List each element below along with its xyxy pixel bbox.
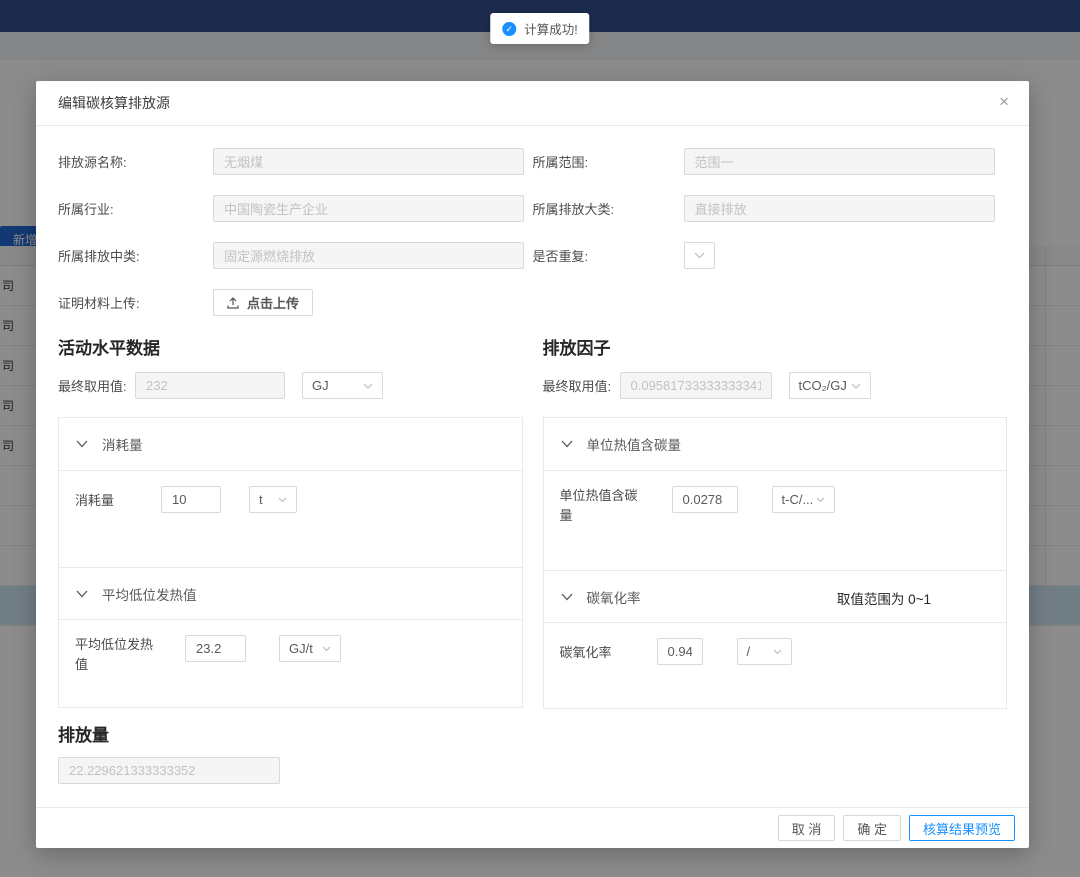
- industry-label: 所属行业:: [58, 199, 213, 218]
- modal-header: 编辑碳核算排放源 ×: [36, 81, 1029, 126]
- carbon-content-label: 单位热值含碳量: [560, 486, 646, 526]
- factor-final-unit-value: tCO₂/GJ: [799, 378, 847, 393]
- oxidation-rate-range-note: 取值范围为 0~1: [837, 588, 931, 608]
- duplicate-select[interactable]: [684, 242, 715, 269]
- field-middle-category: 所属排放中类:: [58, 242, 533, 269]
- emission-amount-title: 排放量: [58, 721, 1007, 746]
- emission-amount-section: 排放量: [58, 721, 1007, 784]
- heating-value-panel-header[interactable]: 平均低位发热值: [59, 567, 522, 619]
- chevron-down-icon: [363, 383, 373, 389]
- emission-amount-input: [58, 757, 280, 784]
- emission-factor-section: 排放因子 最终取用值: tCO₂/GJ: [543, 334, 1008, 709]
- oxidation-rate-panel-title: 碳氧化率: [587, 587, 641, 607]
- activity-final-row: 最终取用值: GJ: [58, 372, 523, 399]
- oxidation-rate-input[interactable]: [657, 638, 703, 665]
- carbon-content-panel: 单位热值含碳量 单位热值含碳量 t-C/...: [543, 417, 1008, 709]
- activity-final-unit-value: GJ: [312, 378, 329, 393]
- consumption-panel-body: 消耗量 t: [59, 470, 522, 567]
- upload-button-label: 点击上传: [247, 293, 299, 312]
- chevron-down-icon: [76, 440, 88, 448]
- oxidation-rate-panel-header[interactable]: 碳氧化率 取值范围为 0~1: [544, 570, 1007, 622]
- factor-final-input: [620, 372, 772, 399]
- consumption-unit-select[interactable]: t: [249, 486, 297, 513]
- upload-button[interactable]: 点击上传: [213, 289, 313, 316]
- consumption-panel-title: 消耗量: [102, 434, 143, 454]
- middle-category-input: [213, 242, 524, 269]
- success-toast: ✓ 计算成功!: [490, 13, 589, 44]
- activity-data-section: 活动水平数据 最终取用值: GJ: [58, 334, 523, 709]
- toast-message: 计算成功!: [524, 19, 577, 38]
- source-name-input: [213, 148, 524, 175]
- carbon-content-panel-title: 单位热值含碳量: [587, 434, 682, 454]
- consumption-label: 消耗量: [75, 486, 161, 511]
- activity-final-unit-select[interactable]: GJ: [302, 372, 383, 399]
- chevron-down-icon: [322, 646, 331, 652]
- activity-final-input: [135, 372, 285, 399]
- heating-value-unit-value: GJ/t: [289, 641, 313, 656]
- upload-label: 证明材料上传:: [58, 293, 213, 312]
- ok-button[interactable]: 确 定: [843, 815, 901, 841]
- chevron-down-icon: [773, 649, 782, 655]
- middle-category-label: 所属排放中类:: [58, 246, 213, 265]
- factor-final-label: 最终取用值:: [543, 376, 620, 395]
- heating-value-input[interactable]: [185, 635, 246, 662]
- consumption-panel-header[interactable]: 消耗量: [59, 418, 522, 470]
- factor-final-unit-select[interactable]: tCO₂/GJ: [789, 372, 871, 399]
- field-duplicate: 是否重复:: [533, 242, 1008, 269]
- consumption-input[interactable]: [161, 486, 221, 513]
- factor-section-title: 排放因子: [543, 334, 1008, 359]
- chevron-down-icon: [816, 497, 825, 503]
- chevron-down-icon: [694, 252, 705, 259]
- close-icon[interactable]: ×: [999, 93, 1009, 110]
- carbon-content-unit-value: t-C/...: [782, 492, 814, 507]
- oxidation-rate-unit-select[interactable]: /: [737, 638, 792, 665]
- heating-value-panel-body: 平均低位发热值 GJ/t: [59, 619, 522, 707]
- chevron-down-icon: [851, 383, 861, 389]
- carbon-content-input[interactable]: [672, 486, 738, 513]
- field-upload: 证明材料上传: 点击上传: [58, 289, 533, 316]
- carbon-content-panel-body: 单位热值含碳量 t-C/...: [544, 470, 1007, 570]
- check-circle-icon: ✓: [502, 22, 516, 36]
- field-major-category: 所属排放大类:: [533, 195, 1008, 222]
- modal-footer: 取 消 确 定 核算结果预览: [36, 807, 1029, 848]
- consumption-unit-value: t: [259, 492, 263, 507]
- field-scope: 所属范围:: [533, 148, 1008, 175]
- chevron-down-icon: [278, 497, 287, 503]
- activity-section-title: 活动水平数据: [58, 334, 523, 359]
- edit-emission-source-modal: 编辑碳核算排放源 × 排放源名称: 所属范围: 所属行业: 所属排放大类:: [36, 81, 1029, 848]
- chevron-down-icon: [76, 590, 88, 598]
- scope-input: [684, 148, 995, 175]
- modal-body: 排放源名称: 所属范围: 所属行业: 所属排放大类: 所属排放中类:: [36, 126, 1029, 807]
- major-category-input: [684, 195, 995, 222]
- activity-final-label: 最终取用值:: [58, 376, 135, 395]
- major-category-label: 所属排放大类:: [533, 199, 684, 218]
- upload-icon: [227, 297, 239, 309]
- carbon-content-panel-header[interactable]: 单位热值含碳量: [544, 418, 1007, 470]
- heating-value-panel-title: 平均低位发热值: [102, 584, 197, 604]
- field-industry: 所属行业:: [58, 195, 533, 222]
- carbon-content-unit-select[interactable]: t-C/...: [772, 486, 835, 513]
- chevron-down-icon: [561, 440, 573, 448]
- oxidation-rate-panel-body: 碳氧化率 /: [544, 622, 1007, 708]
- chevron-down-icon: [561, 593, 573, 601]
- field-source-name: 排放源名称:: [58, 148, 533, 175]
- source-name-label: 排放源名称:: [58, 152, 213, 171]
- heating-value-label: 平均低位发热值: [75, 635, 161, 675]
- consumption-panel: 消耗量 消耗量 t: [58, 417, 523, 708]
- factor-final-row: 最终取用值: tCO₂/GJ: [543, 372, 1008, 399]
- oxidation-rate-label: 碳氧化率: [560, 638, 646, 663]
- preview-result-button[interactable]: 核算结果预览: [909, 815, 1015, 841]
- scope-label: 所属范围:: [533, 152, 684, 171]
- duplicate-label: 是否重复:: [533, 246, 684, 265]
- cancel-button[interactable]: 取 消: [778, 815, 836, 841]
- industry-input: [213, 195, 524, 222]
- heating-value-unit-select[interactable]: GJ/t: [279, 635, 341, 662]
- oxidation-rate-unit-value: /: [747, 644, 751, 659]
- modal-title: 编辑碳核算排放源: [58, 93, 170, 113]
